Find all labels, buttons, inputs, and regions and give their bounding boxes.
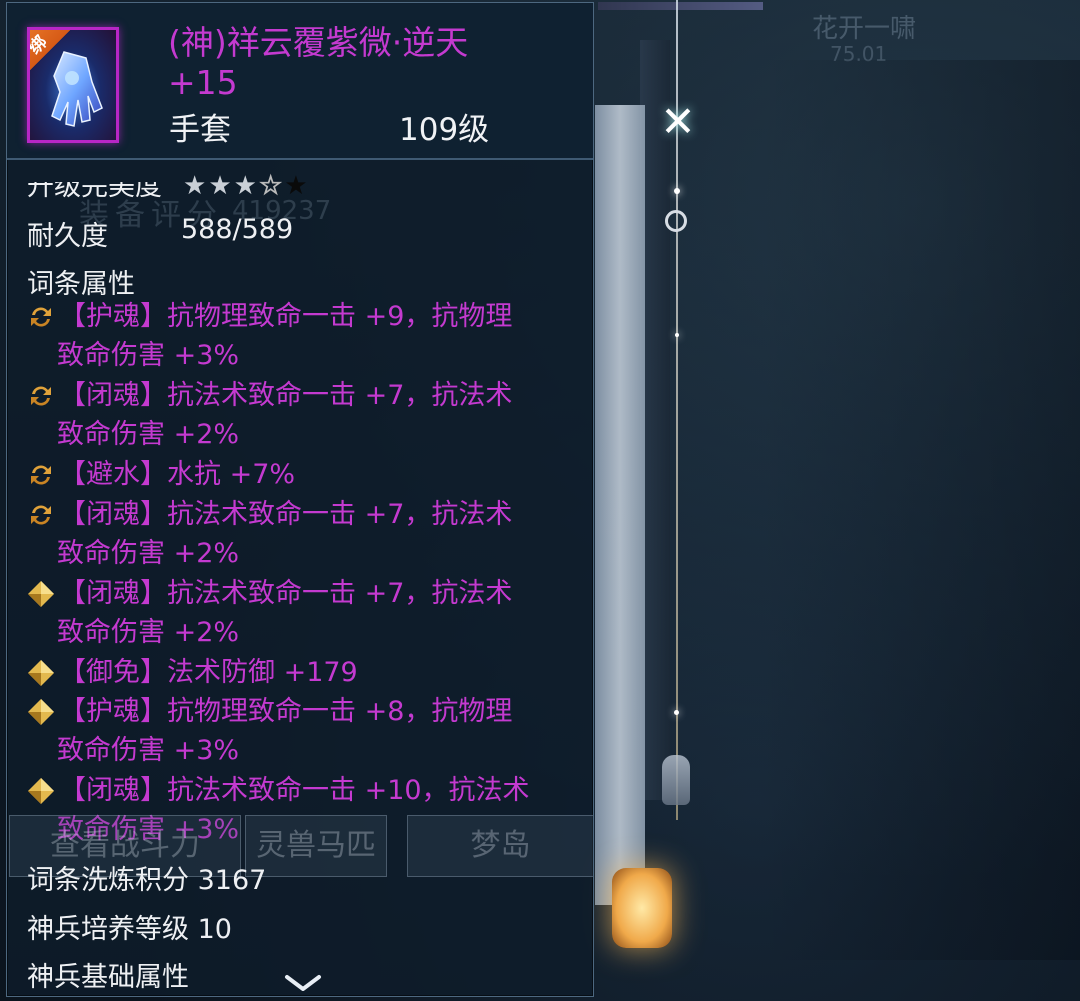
item-tooltip: 绑 (神)祥云覆紫微·逆天 +15 手套 109级 升级完美度 ★ ★ ★ ☆ …: [6, 2, 594, 997]
diamond-icon: [27, 698, 55, 726]
bind-badge: 绑: [27, 30, 74, 78]
affix-line: 【御免】法术防御 +179: [59, 656, 358, 688]
sparkle-icon: [674, 188, 680, 194]
diamond-icon: [27, 580, 55, 608]
affix-section-title: 词条属性: [27, 269, 135, 300]
affix-line: 【闭魂】抗法术致命一击 +7，抗法术: [59, 498, 513, 530]
affix-line-continued: 致命伤害 +2%: [57, 616, 240, 648]
refresh-icon: [27, 303, 55, 331]
refine-score-value: 3167: [197, 865, 267, 896]
item-icon[interactable]: 绑: [27, 27, 119, 143]
refine-score-label: 词条洗炼积分: [27, 865, 189, 896]
item-title: (神)祥云覆紫微·逆天 +15: [168, 23, 469, 102]
god-weapon-base-label: 神兵基础属性: [27, 962, 189, 993]
affix-line-continued: 致命伤害 +3%: [57, 340, 240, 371]
affix-line: 【护魂】抗物理致命一击 +9，抗物理: [59, 301, 513, 332]
vignette: [760, 60, 1080, 960]
affix-item: 【闭魂】抗法术致命一击 +7，抗法术 致命伤害 +2%: [27, 495, 587, 573]
affix-item: 【闭魂】抗法术致命一击 +7，抗法术 致命伤害 +2%: [27, 376, 587, 454]
close-x-icon[interactable]: ✕: [656, 100, 700, 144]
player-name: 花开一啸: [812, 14, 917, 44]
affix-item: 【闭魂】抗法术致命一击 +7，抗法术 致命伤害 +2%: [27, 574, 587, 652]
affix-line-continued: 致命伤害 +2%: [57, 537, 240, 569]
durability-label: 耐久度: [27, 221, 108, 252]
tooltip-header: 绑 (神)祥云覆紫微·逆天 +15 手套 109级: [7, 3, 593, 160]
refresh-icon: [27, 382, 55, 410]
scroll-paper: [595, 105, 645, 905]
sparkle-icon: [674, 710, 679, 715]
lantern-icon: [612, 868, 672, 948]
affix-line-continued: 致命伤害 +3%: [57, 735, 240, 766]
god-weapon-level: 神兵培养等级 10: [27, 907, 232, 946]
god-weapon-level-value: 10: [197, 914, 232, 945]
affix-line: 【护魂】抗物理致命一击 +8，抗物理: [59, 696, 513, 727]
durability-value: 588/589: [181, 214, 294, 245]
affix-item: 【护魂】抗物理致命一击 +9，抗物理 致命伤害 +3%: [27, 297, 587, 375]
affix-line: 【闭魂】抗法术致命一击 +7，抗法术: [59, 577, 513, 609]
chevron-down-icon[interactable]: [283, 971, 323, 993]
refresh-icon: [27, 501, 55, 529]
diamond-icon: [27, 659, 55, 687]
refine-score: 词条洗炼积分 3167: [27, 858, 266, 897]
god-weapon-level-label: 神兵培养等级: [27, 914, 189, 945]
ring-ornament-icon: [665, 210, 687, 232]
affix-item: 【护魂】抗物理致命一击 +8，抗物理 致命伤害 +3%: [27, 692, 587, 770]
affix-line: 【闭魂】抗法术致命一击 +7，抗法术: [59, 380, 513, 411]
bind-badge-label: 绑: [27, 32, 52, 59]
refresh-icon: [27, 461, 55, 489]
sparkle-icon: [675, 333, 679, 337]
affix-line-continued: 致命伤害 +2%: [57, 419, 240, 450]
diamond-icon: [27, 777, 55, 805]
dream-island-button[interactable]: 梦岛: [407, 815, 593, 877]
affix-line: 【闭魂】抗法术致命一击 +10，抗法术: [59, 775, 530, 806]
item-type: 手套: [169, 112, 231, 148]
item-level: 109级: [399, 112, 490, 148]
top-bar-fragment: [598, 2, 763, 10]
affix-item: 【避水】水抗 +7%: [27, 455, 587, 494]
affix-item: 【御免】法术防御 +179: [27, 653, 587, 692]
affix-line: 【避水】水抗 +7%: [59, 459, 296, 490]
pendant-ornament: [662, 755, 690, 805]
